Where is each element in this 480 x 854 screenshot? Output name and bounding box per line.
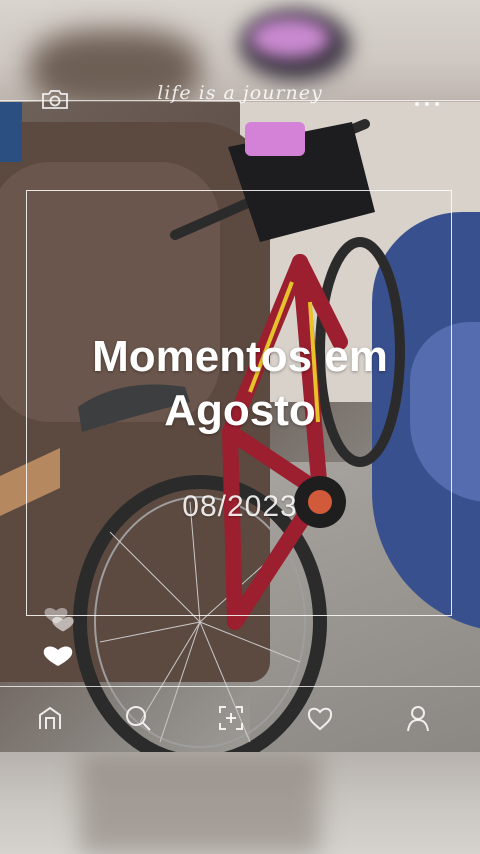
tagline: life is a journey [157,82,323,104]
more-options-icon[interactable] [414,95,440,106]
search-icon[interactable] [120,700,156,736]
nav-divider [0,686,480,687]
profile-icon[interactable] [400,700,436,736]
card-date: 08/2023 [182,490,298,523]
card-title: Momentos em Agosto [92,332,388,435]
home-icon[interactable] [32,700,68,736]
background-blur-bottom [0,752,480,854]
add-photo-icon[interactable] [213,700,249,736]
floating-hearts-icon [38,608,82,672]
heart-icon[interactable] [302,700,338,736]
bottom-nav [0,690,480,750]
camera-icon[interactable] [40,88,70,110]
